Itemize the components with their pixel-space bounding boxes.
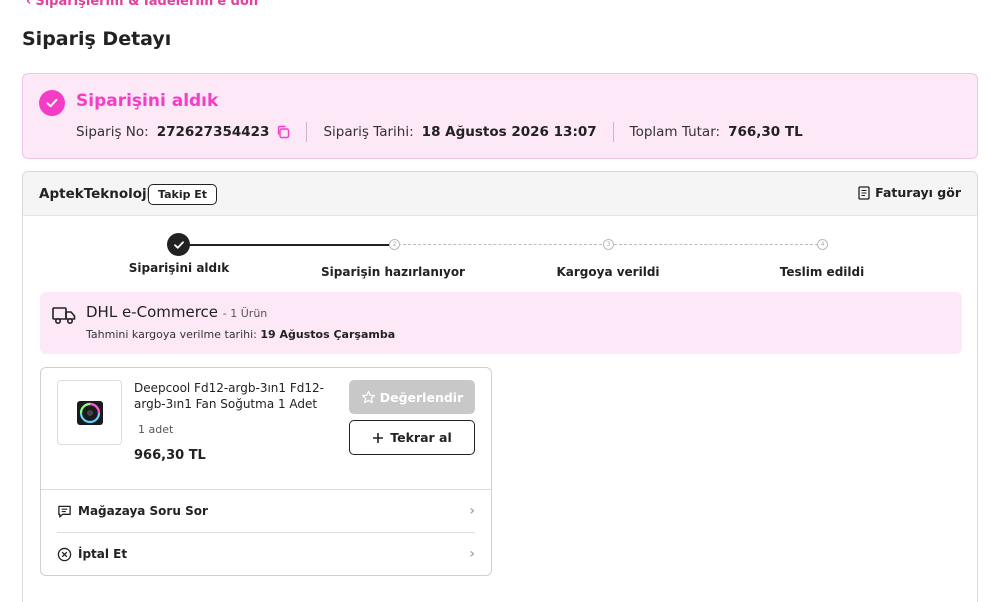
cargo-info-card: DHL e-Commerce - 1 Ürün Tahmini kargoya … (40, 292, 962, 354)
product-price: 966,30 TL (134, 448, 206, 463)
fan-product-image (76, 400, 103, 425)
product-quantity: 1 adet (138, 423, 174, 436)
check-circle-icon (39, 90, 65, 116)
divider (306, 122, 308, 142)
step-label-1: Siparişini aldık (128, 261, 230, 275)
truck-icon (52, 305, 76, 329)
chevron-right-icon: › (469, 503, 475, 519)
product-card: Deepcool Fd12-argb-3ın1 Fd12-argb-3ın1 F… (40, 367, 492, 576)
carrier-line: DHL e-Commerce - 1 Ürün (86, 303, 267, 321)
total-value: 766,30 TL (728, 124, 803, 140)
review-label: Değerlendir (379, 389, 464, 405)
order-date-label: Sipariş Tarihi: (323, 124, 414, 140)
order-progress-stepper: 2 3 4 Siparişini aldık Siparişin hazırla… (23, 230, 977, 280)
reorder-label: Tekrar al (390, 430, 452, 445)
carrier-name: DHL e-Commerce (86, 303, 219, 321)
chevron-right-icon: › (469, 546, 475, 562)
cancel-order-row[interactable]: İptal Et › (57, 533, 475, 575)
cancel-circle-icon (57, 547, 72, 561)
total-label: Toplam Tutar: (629, 124, 721, 140)
order-no-label: Sipariş No: (76, 124, 149, 140)
product-thumbnail[interactable] (57, 380, 122, 445)
back-to-orders-link[interactable]: ‹ Siparişlerim & İadelerim'e dön (26, 0, 258, 9)
step-label-2: Siparişin hazırlanıyor (321, 265, 465, 279)
invoice-label: Faturayı gör (875, 185, 961, 200)
estimated-ship-date: Tahmini kargoya verilme tarihi: 19 Ağust… (86, 328, 395, 341)
seller-name[interactable]: AptekTeknoloji (39, 186, 151, 202)
step-done-check-icon (167, 233, 190, 256)
ask-seller-row[interactable]: Mağazaya Soru Sor › (57, 490, 475, 532)
step-label-3: Kargoya verildi (556, 265, 660, 279)
item-count: - 1 Ürün (222, 307, 268, 320)
progress-line-done (189, 244, 389, 246)
order-status-card: Siparişini aldık Sipariş No: 27262735442… (22, 73, 978, 159)
cancel-label: İptal Et (78, 547, 128, 561)
ask-seller-label: Mağazaya Soru Sor (78, 504, 208, 518)
step-dot-4: 4 (817, 239, 828, 250)
step-dot-2: 2 (389, 239, 400, 250)
reorder-button[interactable]: Tekrar al (349, 420, 475, 455)
copy-icon[interactable] (276, 125, 290, 139)
document-icon (858, 185, 870, 200)
divider (612, 122, 614, 142)
estimate-date: 19 Ağustos Çarşamba (260, 328, 396, 341)
star-icon (361, 390, 375, 403)
chat-icon (58, 505, 71, 518)
order-summary-row: Sipariş No: 272627354423 Sipariş Tarihi:… (76, 122, 803, 142)
seller-header: AptekTeknoloji Takip Et Faturayı gör (23, 172, 977, 216)
estimate-label: Tahmini kargoya verilme tarihi: (86, 328, 257, 341)
product-name[interactable]: Deepcool Fd12-argb-3ın1 Fd12-argb-3ın1 F… (134, 380, 334, 412)
view-invoice-link[interactable]: Faturayı gör (858, 185, 961, 200)
review-button[interactable]: Değerlendir (349, 380, 475, 414)
step-dot-3: 3 (603, 239, 614, 250)
follow-seller-button[interactable]: Takip Et (148, 184, 218, 205)
back-link-label: Siparişlerim & İadelerim'e dön (35, 0, 259, 9)
status-title: Siparişini aldık (76, 91, 219, 111)
order-no-value: 272627354423 (156, 124, 270, 140)
chevron-left-icon: ‹ (26, 0, 32, 9)
order-package-card: AptekTeknoloji Takip Et Faturayı gör 2 3… (22, 171, 978, 602)
step-label-4: Teslim edildi (779, 265, 865, 279)
plus-icon (373, 432, 384, 443)
order-date-value: 18 Ağustos 2026 13:07 (421, 124, 597, 140)
page-title: Sipariş Detayı (22, 28, 172, 50)
